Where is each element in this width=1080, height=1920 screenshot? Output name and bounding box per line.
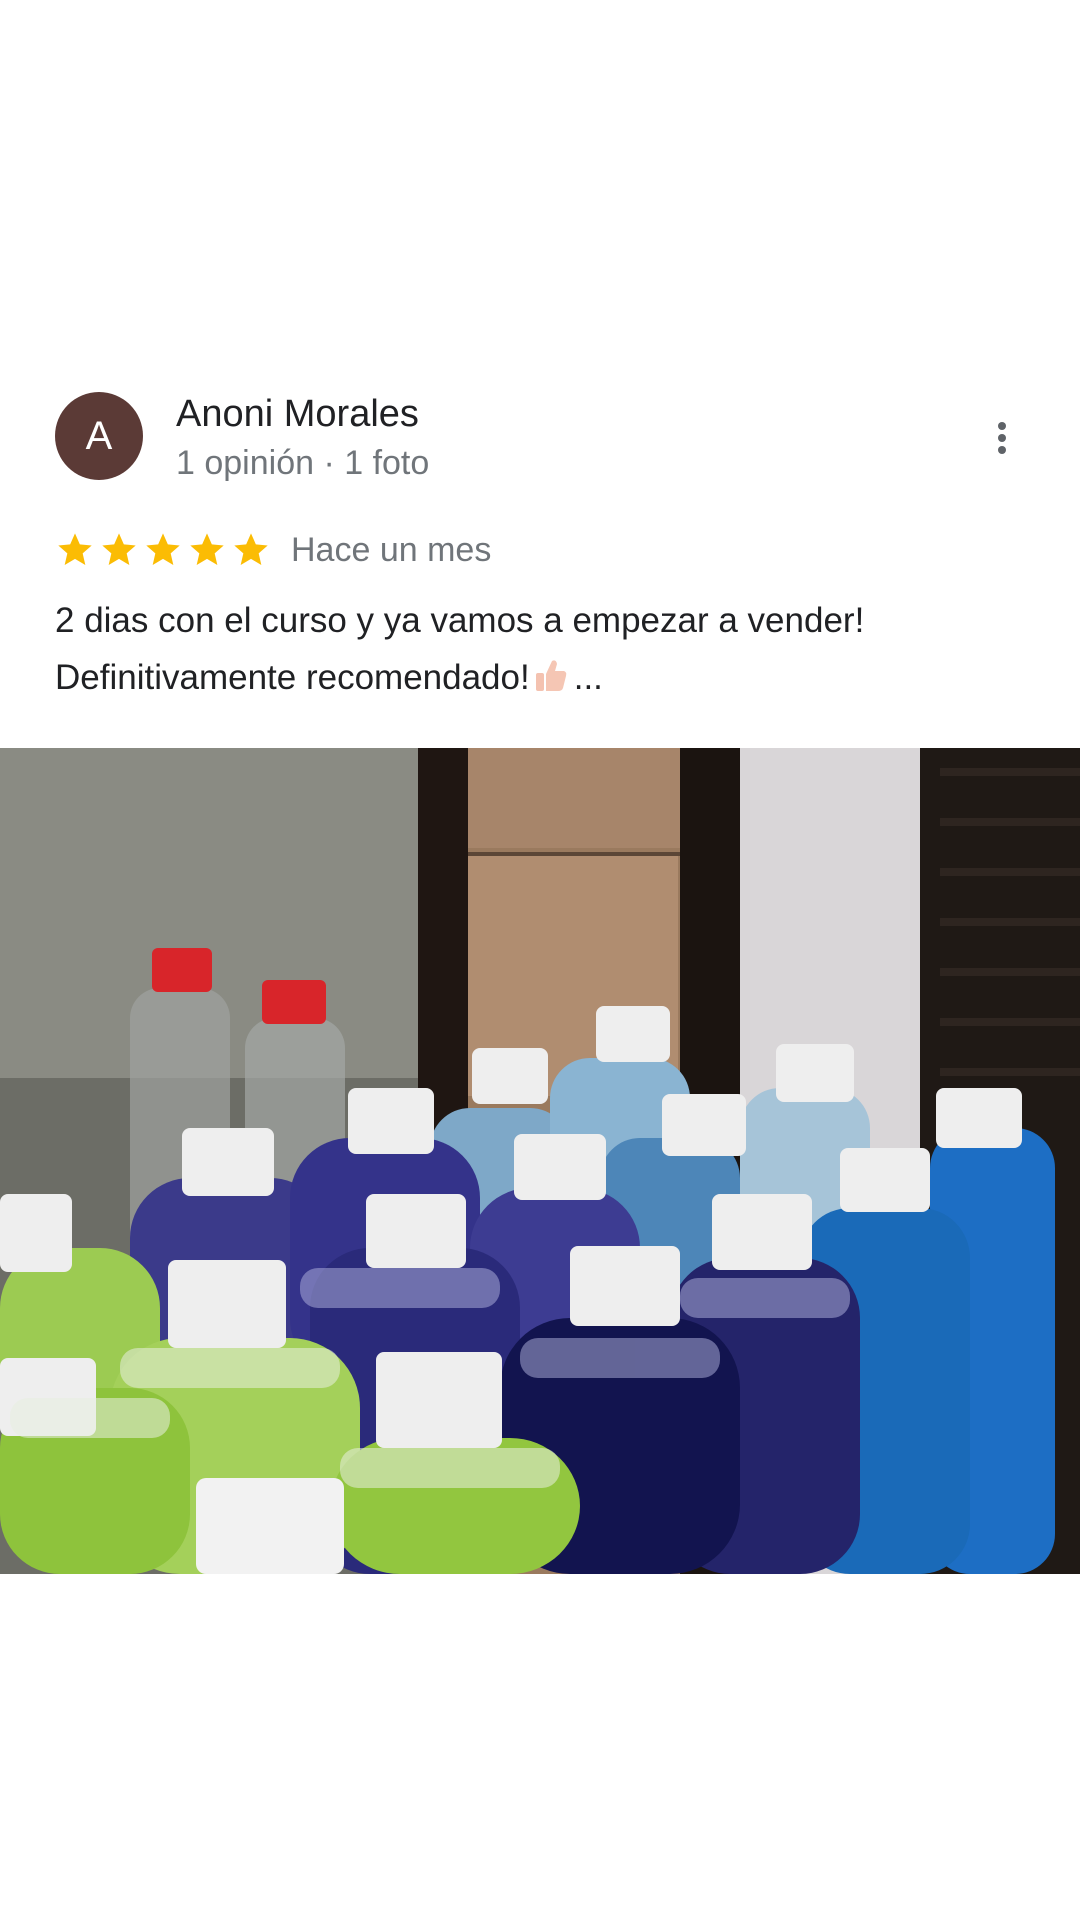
review-card: A Anoni Morales 1 opinión · 1 foto Hace … [0, 338, 1080, 748]
page: A Anoni Morales 1 opinión · 1 foto Hace … [0, 0, 1080, 1920]
avatar-letter: A [85, 413, 113, 458]
review-time: Hace un mes [291, 531, 492, 569]
review-text-line-2-text: Definitivamente recomendado! [55, 658, 530, 697]
more-vert-icon [998, 422, 1006, 454]
review-photo[interactable] [0, 748, 1080, 1574]
star-icon [58, 533, 92, 565]
star-icon [102, 533, 136, 565]
thumbs-up-icon [534, 653, 568, 710]
review-text-ellipsis[interactable]: ... [574, 658, 603, 697]
avatar[interactable]: A [55, 392, 143, 480]
review-text-line-2: Definitivamente recomendado! ... [55, 649, 1025, 710]
star-icon [146, 533, 180, 565]
star-icon [234, 533, 268, 565]
review-text-line-1: 2 dias con el curso y ya vamos a empezar… [55, 601, 865, 640]
author-name[interactable]: Anoni Morales [176, 393, 419, 436]
review-text[interactable]: 2 dias con el curso y ya vamos a empezar… [55, 592, 1025, 710]
more-options-button[interactable] [982, 416, 1022, 460]
star-rating [55, 530, 271, 570]
author-meta: 1 opinión · 1 foto [176, 444, 430, 482]
review-photo-image [0, 748, 1080, 1574]
star-icon [190, 533, 224, 565]
